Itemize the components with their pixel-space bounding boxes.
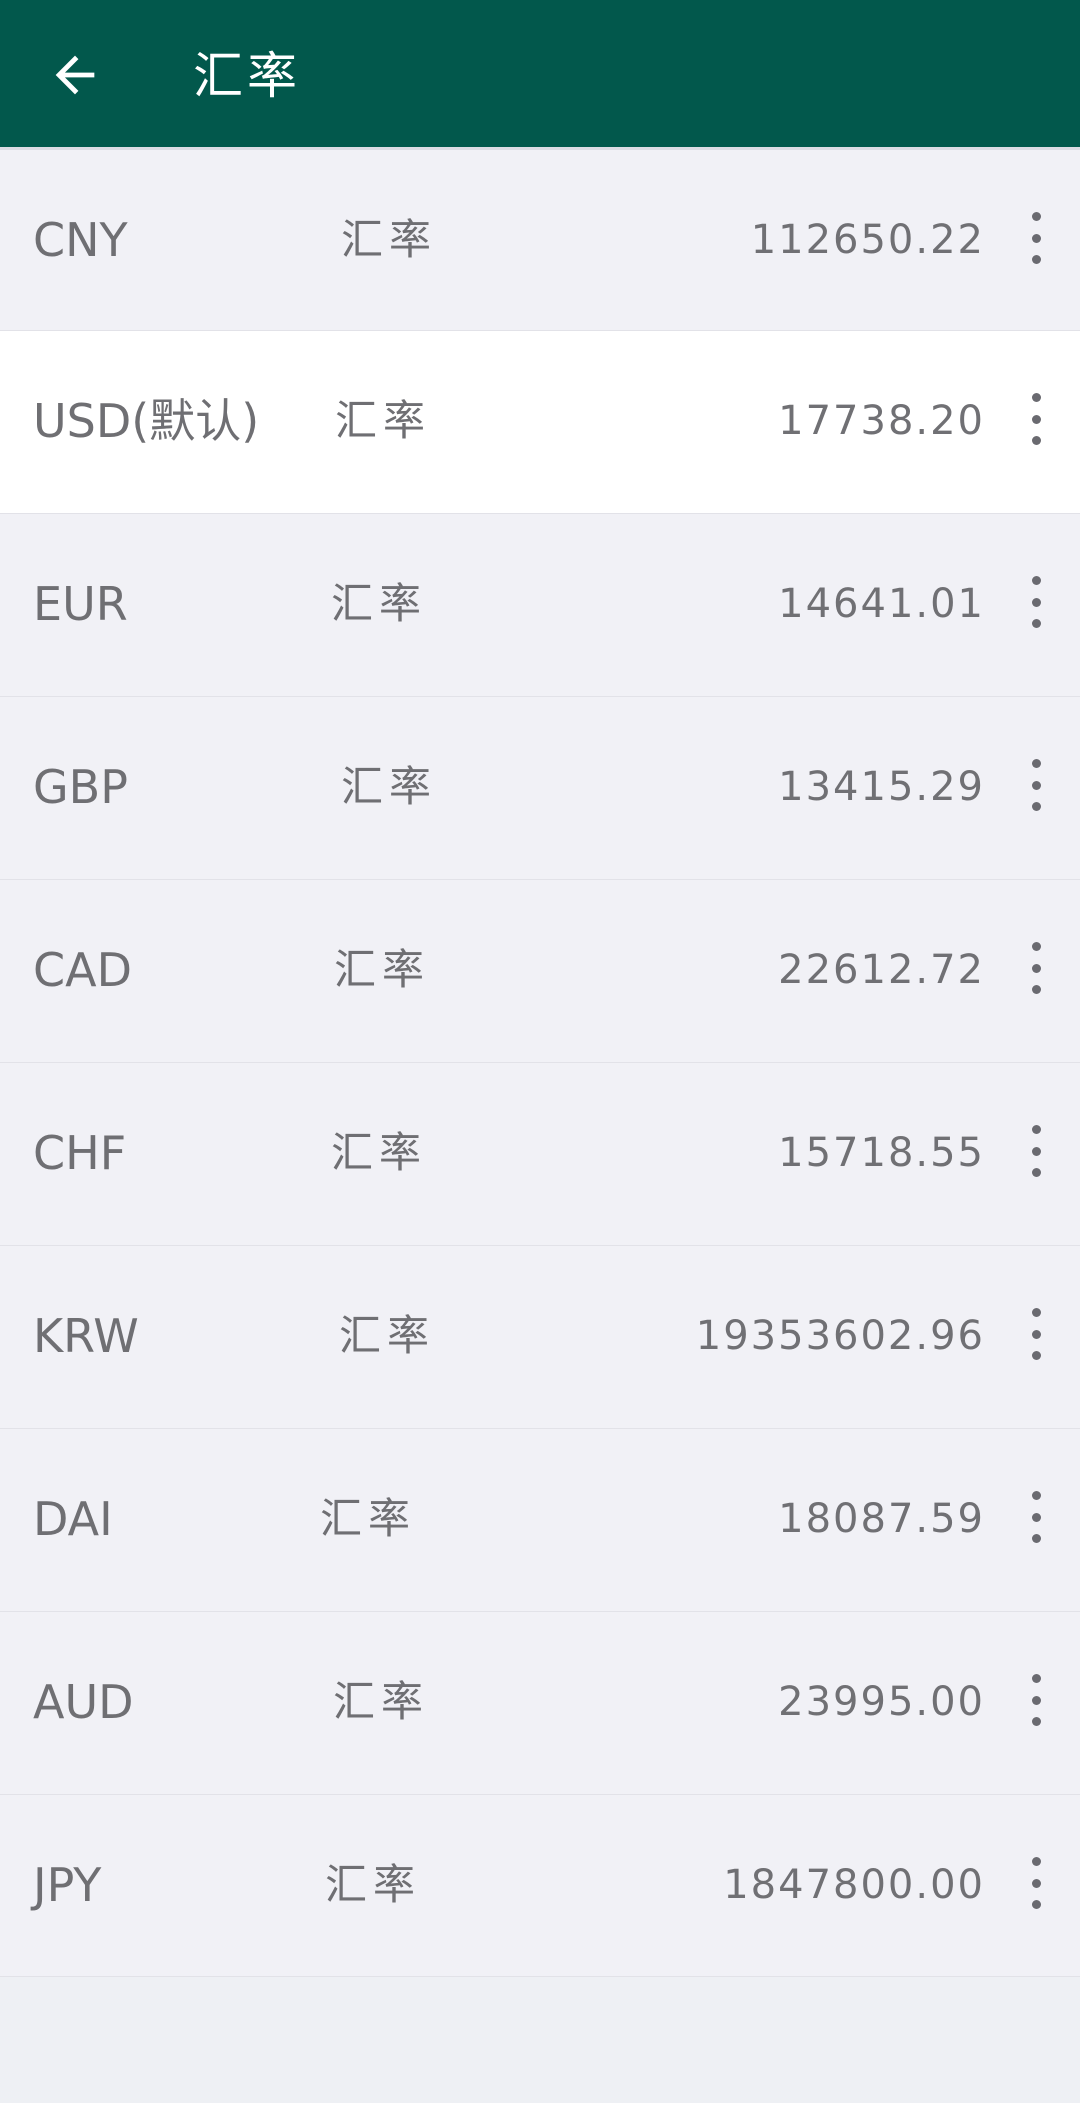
rate-value: 23995.00 (778, 1679, 985, 1725)
page-title: 汇率 (193, 47, 301, 105)
rate-value: 13415.29 (778, 764, 985, 810)
rate-label: 汇率 (333, 1677, 430, 1726)
rate-value: 112650.22 (750, 217, 985, 263)
currency-code: CNY (33, 213, 128, 267)
more-vertical-icon[interactable] (1028, 1491, 1044, 1543)
currency-code: CAD (33, 943, 133, 997)
more-vertical-icon[interactable] (1028, 1857, 1044, 1909)
currency-code: KRW (33, 1309, 139, 1363)
more-vertical-icon[interactable] (1028, 1674, 1044, 1726)
rate-label: 汇率 (331, 1128, 428, 1177)
rate-value: 15718.55 (778, 1130, 985, 1176)
rate-row-usd[interactable]: USD(默认) 汇率 17738.20 (0, 330, 1080, 513)
rate-row-dai[interactable]: DAI 汇率 18087.59 (0, 1428, 1080, 1611)
rate-row-jpy[interactable]: JPY 汇率 1847800.00 (0, 1794, 1080, 1977)
currency-code: GBP (33, 760, 128, 814)
rate-row-krw[interactable]: KRW 汇率 19353602.96 (0, 1245, 1080, 1428)
more-vertical-icon[interactable] (1028, 1125, 1044, 1177)
rate-list: CNY 汇率 112650.22 USD(默认) 汇率 17738.20 EUR… (0, 147, 1080, 1977)
currency-code: JPY (33, 1858, 102, 1912)
rate-label: 汇率 (320, 1494, 417, 1543)
rate-row-gbp[interactable]: GBP 汇率 13415.29 (0, 696, 1080, 879)
rate-value: 18087.59 (778, 1496, 985, 1542)
rate-row-aud[interactable]: AUD 汇率 23995.00 (0, 1611, 1080, 1794)
more-vertical-icon[interactable] (1028, 1308, 1044, 1360)
rate-label: 汇率 (325, 1860, 422, 1909)
rate-label: 汇率 (334, 945, 431, 994)
app-bar: 汇率 (0, 0, 1080, 147)
back-button[interactable] (30, 30, 120, 120)
more-vertical-icon[interactable] (1028, 942, 1044, 994)
more-vertical-icon[interactable] (1028, 212, 1044, 264)
rate-label: 汇率 (341, 762, 438, 811)
more-vertical-icon[interactable] (1028, 393, 1044, 445)
currency-code: USD(默认) (33, 394, 260, 448)
rate-row-cny[interactable]: CNY 汇率 112650.22 (0, 147, 1080, 330)
currency-code: EUR (33, 577, 128, 631)
currency-code: CHF (33, 1126, 127, 1180)
rate-label: 汇率 (331, 579, 428, 628)
currency-code: AUD (33, 1675, 134, 1729)
rate-value: 22612.72 (778, 947, 985, 993)
more-vertical-icon[interactable] (1028, 759, 1044, 811)
more-vertical-icon[interactable] (1028, 576, 1044, 628)
arrow-left-icon (55, 55, 95, 95)
rate-value: 1847800.00 (723, 1862, 985, 1908)
rate-row-chf[interactable]: CHF 汇率 15718.55 (0, 1062, 1080, 1245)
rate-label: 汇率 (341, 215, 438, 264)
rate-label: 汇率 (335, 396, 432, 445)
rate-label: 汇率 (339, 1311, 436, 1360)
rate-row-eur[interactable]: EUR 汇率 14641.01 (0, 513, 1080, 696)
rate-value: 17738.20 (778, 398, 985, 444)
rate-row-cad[interactable]: CAD 汇率 22612.72 (0, 879, 1080, 1062)
rate-value: 14641.01 (778, 581, 985, 627)
rate-value: 19353602.96 (695, 1313, 985, 1359)
currency-code: DAI (33, 1492, 113, 1546)
